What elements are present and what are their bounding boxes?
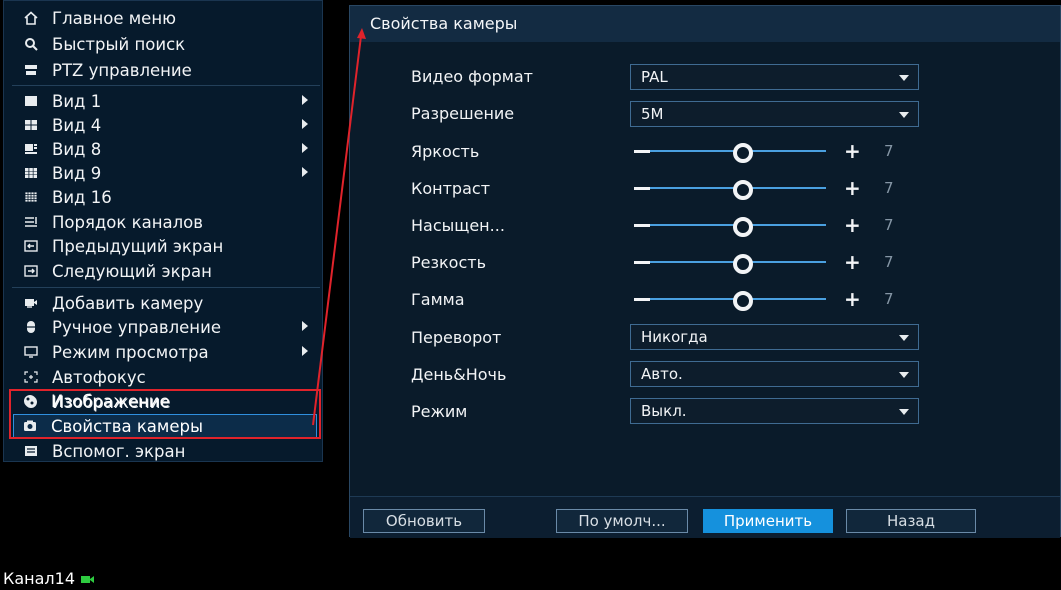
recording-camera-icon [81, 569, 95, 588]
channel-label: Канал14 [3, 569, 95, 588]
annotation-arrow [312, 28, 366, 426]
